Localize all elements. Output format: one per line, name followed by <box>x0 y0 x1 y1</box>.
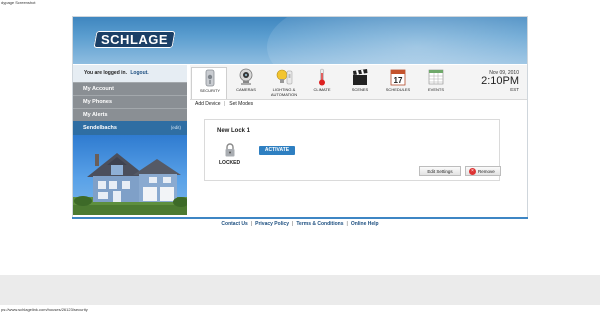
camera-icon <box>239 68 253 85</box>
spreadsheet-icon <box>428 69 444 85</box>
footer-separator: | <box>346 221 348 227</box>
sidebar-item-my-account[interactable]: My Account <box>73 82 187 95</box>
add-device-link[interactable]: Add Device <box>195 101 221 107</box>
lock-status: LOCKED <box>219 160 241 166</box>
remove-button[interactable]: × Remove <box>465 166 501 176</box>
tab-label: LIGHTING & AUTOMATION <box>270 87 298 97</box>
padlock-icon <box>225 143 235 157</box>
remove-label: Remove <box>478 169 495 174</box>
page-caption: dypage Screenshot <box>1 0 36 5</box>
footer-links: Contact Us | Privacy Policy | Terms & Condit… <box>0 221 600 227</box>
sidebar-item-my-phones[interactable]: My Phones <box>73 95 187 108</box>
account-name: Sendelbachs <box>83 125 117 131</box>
thermometer-icon <box>319 68 325 86</box>
subnav: Add Device | Set Modes <box>195 101 256 107</box>
sidebar-item-my-alerts[interactable]: My Alerts <box>73 108 187 121</box>
edit-account-link[interactable]: (edit) <box>171 121 181 135</box>
tab-label: EVENTS <box>427 87 444 92</box>
footer-rule <box>72 217 528 219</box>
lock-device-icon <box>205 69 215 87</box>
house-image <box>73 135 187 215</box>
tab-label: SECURITY <box>199 88 221 93</box>
tab-label: SCENES <box>351 87 369 92</box>
footer-link-terms[interactable]: Terms & Conditions <box>296 221 343 227</box>
sidebar: You are logged in. Logout. My Account My… <box>73 65 187 217</box>
lightbulb-icon <box>276 69 293 85</box>
tab-events[interactable]: EVENTS <box>418 67 454 99</box>
logo-text: SCHLAGE <box>101 32 169 47</box>
tab-cameras[interactable]: CAMERAS <box>228 67 264 99</box>
set-modes-link[interactable]: Set Modes <box>229 101 253 107</box>
footer-separator: | <box>292 221 294 227</box>
calendar-icon: 17 <box>390 69 406 86</box>
clapperboard-icon <box>353 69 368 85</box>
timezone: EST <box>510 87 519 92</box>
calendar-day: 17 <box>394 76 403 85</box>
header-banner: SCHLAGE <box>73 17 527 64</box>
device-name: New Lock 1 <box>217 128 251 134</box>
footer-separator: | <box>250 221 253 227</box>
page-bottom-band <box>0 275 600 305</box>
logged-in-text: You are logged in. <box>84 70 127 76</box>
status-bar-url: ps://www.schlagelink.com/houses/26123/se… <box>1 307 88 312</box>
tab-lighting-automation[interactable]: LIGHTING & AUTOMATION <box>266 67 302 99</box>
tab-schedules[interactable]: 17 SCHEDULES <box>380 67 416 99</box>
category-toolbar: SECURITY CAMERAS LIGHTING & AUTOMATION C… <box>190 65 527 100</box>
tab-security[interactable]: SECURITY <box>191 67 227 99</box>
login-status: You are logged in. Logout. <box>73 65 187 82</box>
tab-scenes[interactable]: SCENES <box>342 67 378 99</box>
footer-link-contact[interactable]: Contact Us <box>221 221 247 227</box>
device-panel: New Lock 1 LOCKED ACTIVATE Edit Settings… <box>204 119 501 181</box>
account-bar: Sendelbachs (edit) <box>73 121 187 135</box>
tab-climate[interactable]: CLIMATE <box>304 67 340 99</box>
subnav-separator: | <box>223 101 225 107</box>
current-time: 2:10PM <box>481 75 519 87</box>
edit-settings-button[interactable]: Edit Settings <box>419 166 461 176</box>
house-illustration <box>73 153 187 215</box>
tab-label: CAMERAS <box>236 87 256 92</box>
tab-label: CLIMATE <box>313 87 331 92</box>
remove-icon: × <box>469 168 476 175</box>
tab-label: SCHEDULES <box>385 87 411 92</box>
app-frame: SCHLAGE You are logged in. Logout. My Ac… <box>72 16 528 218</box>
footer-link-privacy[interactable]: Privacy Policy <box>255 221 289 227</box>
schlage-logo[interactable]: SCHLAGE <box>93 31 176 48</box>
activate-button[interactable]: ACTIVATE <box>259 146 295 155</box>
logout-link[interactable]: Logout. <box>130 70 148 76</box>
footer-link-help[interactable]: Online Help <box>351 221 379 227</box>
date-time-display: Nov 09, 2010 2:10PM EST <box>459 70 519 92</box>
